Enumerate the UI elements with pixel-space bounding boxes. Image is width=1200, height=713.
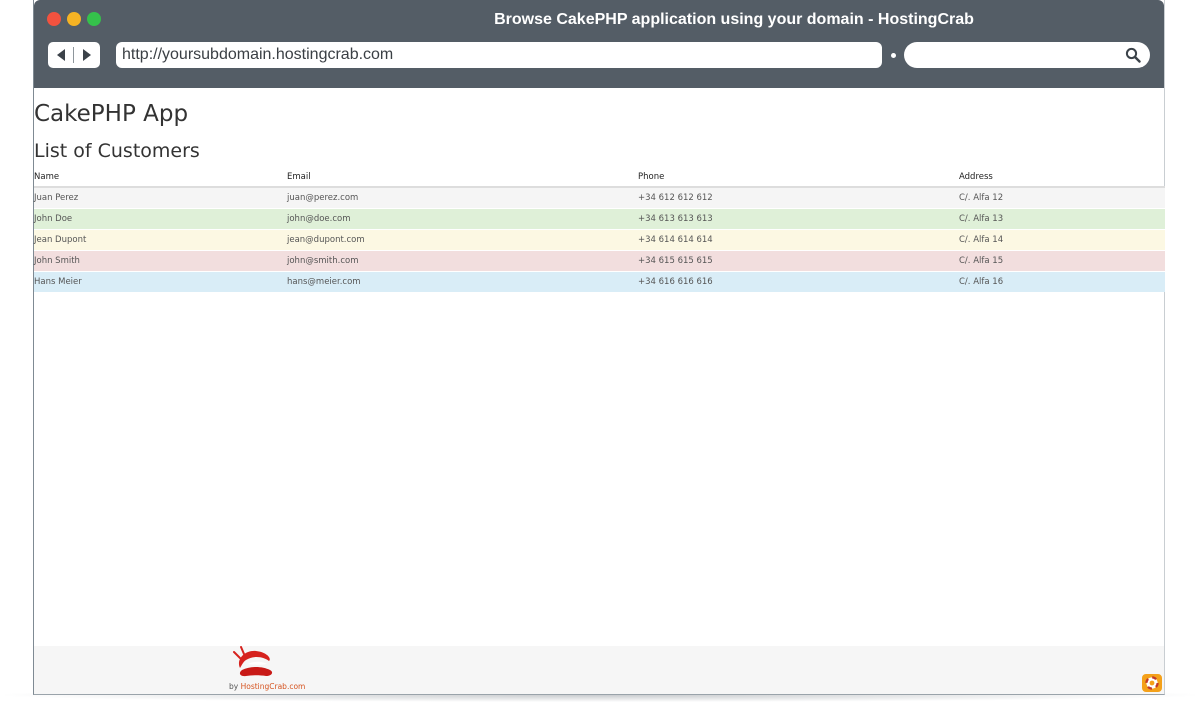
cell-email: jean@dupont.com [287, 229, 638, 251]
browser-window: Browse CakePHP application using your do… [33, 0, 1165, 695]
list-title: List of Customers [34, 140, 200, 162]
search-icon[interactable] [1125, 47, 1141, 63]
table-row: Hans Meier hans@meier.com +34 616 616 61… [34, 271, 1165, 292]
table-row: John Doe john@doe.com +34 613 613 613 C/… [34, 208, 1165, 230]
forward-button[interactable] [74, 42, 99, 68]
search-input[interactable] [904, 42, 1150, 68]
page-footer: by HostingCrab.com [34, 646, 1164, 694]
table-row: John Smith john@smith.com +34 615 615 61… [34, 250, 1165, 272]
cell-phone: +34 612 612 612 [638, 186, 959, 209]
footer-credit: by HostingCrab.com [229, 682, 305, 691]
help-button[interactable] [1142, 674, 1162, 692]
footer-by-label: by [229, 682, 239, 691]
back-arrow-icon [56, 49, 65, 61]
close-window-button[interactable] [47, 12, 61, 26]
customers-table: Name Email Phone Address Juan Perez juan… [34, 168, 1165, 292]
maximize-window-button[interactable] [87, 12, 101, 26]
table-header-row: Name Email Phone Address [34, 168, 1165, 188]
cell-phone: +34 616 616 616 [638, 271, 959, 292]
minimize-window-button[interactable] [67, 12, 81, 26]
window-title: Browse CakePHP application using your do… [494, 11, 974, 28]
cell-email: juan@perez.com [287, 186, 638, 209]
lifebuoy-icon [1145, 676, 1159, 690]
column-header-phone: Phone [638, 168, 959, 188]
cell-address: C/. Alfa 16 [959, 271, 1165, 292]
cell-email: john@smith.com [287, 250, 638, 272]
cell-address: C/. Alfa 14 [959, 229, 1165, 251]
column-header-email: Email [287, 168, 638, 188]
browser-titlebar: Browse CakePHP application using your do… [34, 0, 1164, 88]
cell-phone: +34 613 613 613 [638, 208, 959, 230]
cell-name: John Doe [34, 208, 287, 230]
cell-email: hans@meier.com [287, 271, 638, 292]
address-bar[interactable]: http://yoursubdomain.hostingcrab.com [116, 42, 882, 68]
crab-claw-logo-icon[interactable] [226, 646, 286, 680]
table-row: Jean Dupont jean@dupont.com +34 614 614 … [34, 229, 1165, 251]
cell-email: john@doe.com [287, 208, 638, 230]
nav-buttons [48, 42, 100, 68]
cell-phone: +34 614 614 614 [638, 229, 959, 251]
cell-name: Juan Perez [34, 186, 287, 209]
footer-brand-link[interactable]: HostingCrab.com [241, 682, 306, 691]
address-bar-dot [891, 53, 896, 58]
table-row: Juan Perez juan@perez.com +34 612 612 61… [34, 186, 1165, 209]
column-header-name: Name [34, 168, 287, 188]
cell-address: C/. Alfa 15 [959, 250, 1165, 272]
cell-address: C/. Alfa 13 [959, 208, 1165, 230]
back-button[interactable] [48, 42, 73, 68]
cell-name: John Smith [34, 250, 287, 272]
cell-name: Hans Meier [34, 271, 287, 292]
cell-phone: +34 615 615 615 [638, 250, 959, 272]
app-title: CakePHP App [34, 101, 189, 127]
cell-address: C/. Alfa 12 [959, 186, 1165, 209]
forward-arrow-icon [82, 49, 91, 61]
cell-name: Jean Dupont [34, 229, 287, 251]
column-header-address: Address [959, 168, 1165, 188]
